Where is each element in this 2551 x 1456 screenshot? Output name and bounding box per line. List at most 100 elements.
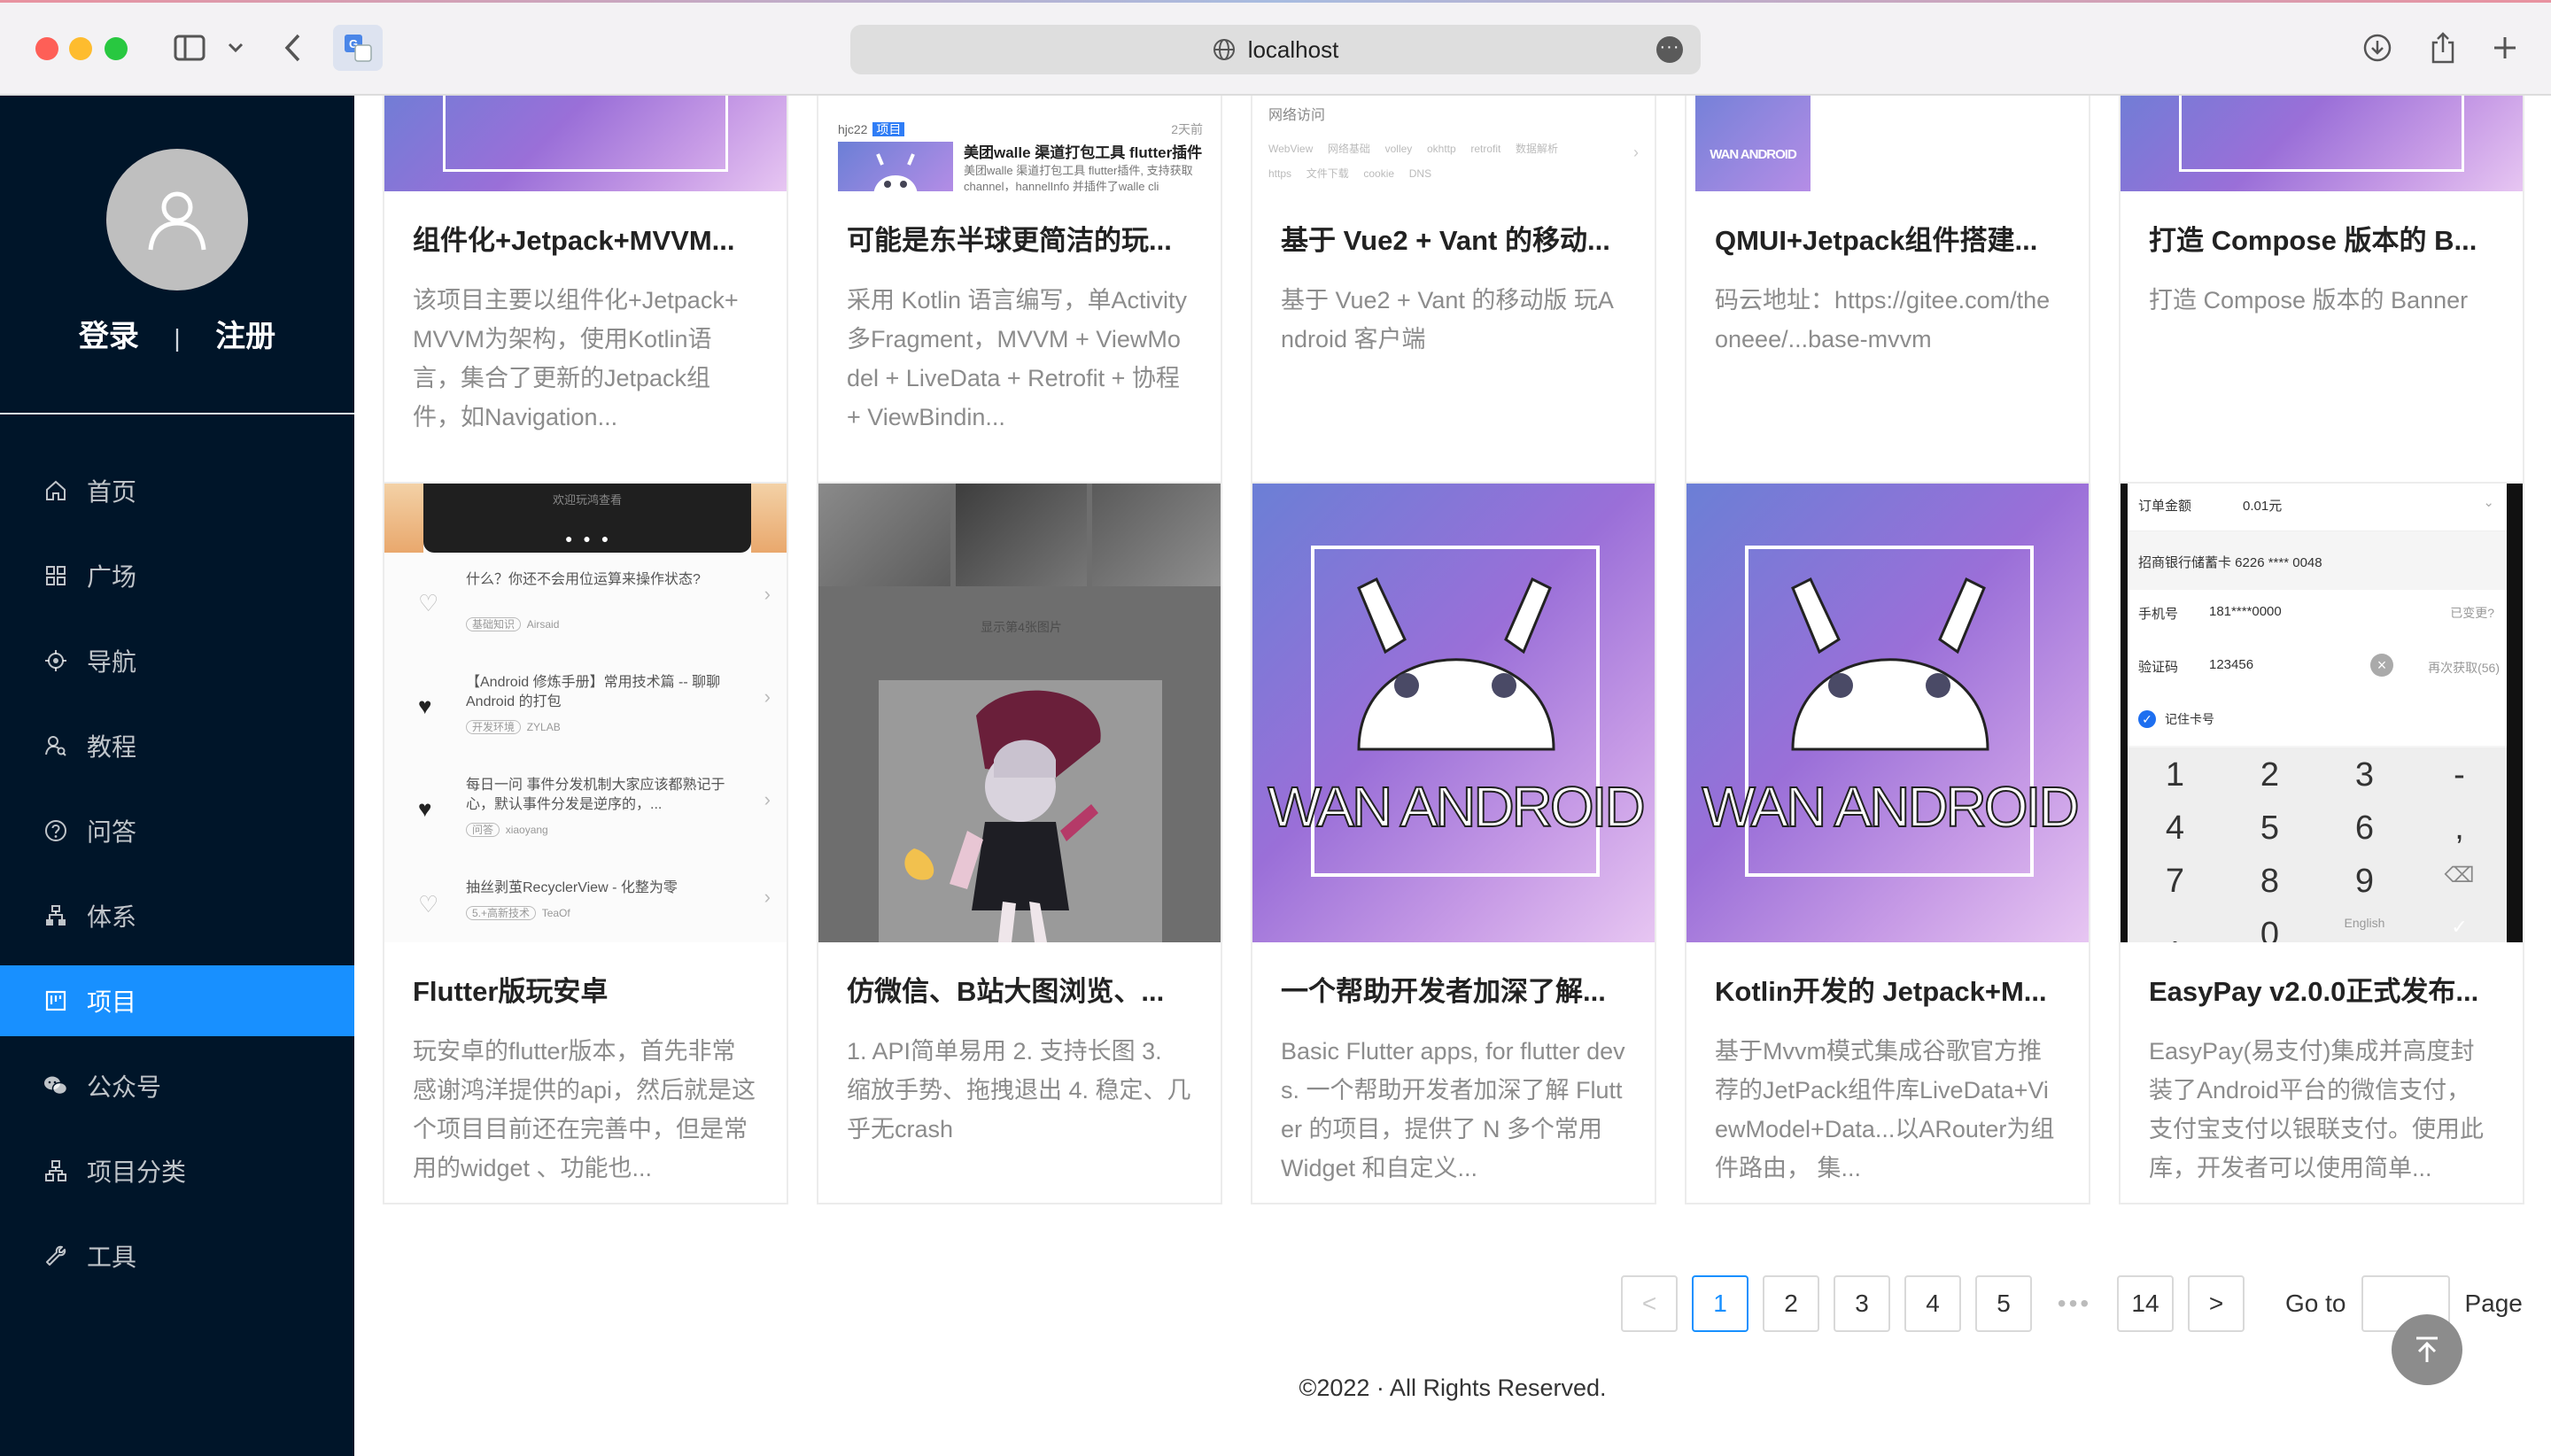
download-icon[interactable] xyxy=(2358,28,2397,67)
card-title: 基于 Vue2 + Vant 的移动... xyxy=(1281,225,1610,256)
sidebar-item-square[interactable]: 广场 xyxy=(0,540,354,611)
project-icon xyxy=(43,987,69,1014)
tree-icon xyxy=(43,902,69,929)
cover-wordmark: WAN ANDROID xyxy=(1710,147,1797,162)
card-description: 1. API简单易用 2. 支持长图 3. 缩放手势、拖拽退出 4. 稳定、几乎… xyxy=(847,1038,1191,1142)
cover-article-tag: 开发环境 xyxy=(466,720,522,734)
compass-icon xyxy=(43,647,69,674)
sidebar-item-project-category[interactable]: 项目分类 xyxy=(0,1135,354,1206)
register-link[interactable]: 注册 xyxy=(215,320,275,353)
share-icon[interactable] xyxy=(2423,28,2462,67)
page-button-3[interactable]: 3 xyxy=(1834,1275,1890,1332)
translate-icon[interactable]: G xyxy=(333,25,383,71)
globe-icon xyxy=(1213,38,1236,61)
cover-tag: retrofit xyxy=(1470,143,1501,155)
next-page-button[interactable]: > xyxy=(2188,1275,2245,1332)
sidebar-item-navigation[interactable]: 导航 xyxy=(0,625,354,696)
pay-code-label: 验证码 xyxy=(2138,660,2179,675)
cover-tag-list: WebView 网络基础 volley okhttp retrofit 数据解析… xyxy=(1268,136,1614,186)
home-icon xyxy=(43,477,69,504)
keypad-key: 7 xyxy=(2165,863,2185,900)
sidebar-item-system[interactable]: 体系 xyxy=(0,880,354,951)
close-window-button[interactable] xyxy=(35,37,58,60)
sidebar-item-home[interactable]: 首页 xyxy=(0,455,354,526)
cover-article-title: 【Android 修炼手册】常用技术篇 -- 聊聊 Android 的打包 xyxy=(466,675,721,709)
card-cover: WAN ANDROID xyxy=(1252,484,1655,942)
sidebar-item-project[interactable]: 项目 xyxy=(0,965,354,1036)
card-description: 码云地址：https://gitee.com/theoneee/...base-… xyxy=(1715,287,2051,352)
cover-wordmark: WAN ANDROID xyxy=(1701,774,2080,840)
project-card[interactable]: WAN ANDROID 一个帮助开发者加深了解... Basic Flutter… xyxy=(1251,482,1656,1204)
sidebar-item-label: 广场 xyxy=(87,563,137,591)
avatar[interactable] xyxy=(106,149,248,290)
card-description: 该项目主要以组件化+Jetpack+MVVM为架构，使用Kotlin语言，集合了… xyxy=(413,287,739,430)
project-card[interactable]: 组件化+Jetpack+MVVM... 该项目主要以组件化+Jetpack+MV… xyxy=(383,96,788,546)
card-title: EasyPay v2.0.0正式发布... xyxy=(2149,976,2479,1007)
project-card[interactable]: 显示第4张图片 仿微信、B站大图浏览、... 1. API简单易用 2. 支持长… xyxy=(817,482,1222,1204)
cover-tag: volley xyxy=(1384,143,1413,155)
login-link[interactable]: 登录 xyxy=(79,320,139,353)
keypad-key: - xyxy=(2454,756,2465,794)
page-button-5[interactable]: 5 xyxy=(1975,1275,2032,1332)
more-options-icon[interactable]: ··· xyxy=(1656,36,1683,63)
sidebar-item-label: 项目分类 xyxy=(87,1158,187,1186)
wan-android-logo xyxy=(1745,546,2034,877)
back-to-top-button[interactable] xyxy=(2392,1314,2462,1385)
page-button-2[interactable]: 2 xyxy=(1763,1275,1819,1332)
keypad-key: 9 xyxy=(2354,863,2375,900)
chevron-down-icon[interactable] xyxy=(218,28,253,67)
cover-banner-text: 欢迎玩鸿查看 xyxy=(552,493,622,507)
prev-page-button[interactable]: < xyxy=(1621,1275,1678,1332)
pay-form: 手机号 181****0000 已变更? 验证码 123456 × 再次获取(5… xyxy=(2128,590,2507,746)
card-cover: WAN ANDROID xyxy=(1686,484,2089,942)
back-icon[interactable] xyxy=(273,28,312,67)
project-card[interactable]: hjc22 项目 2天前 美团walle 渠道打包工具 flutter插件 美团… xyxy=(817,96,1222,546)
minimize-window-button[interactable] xyxy=(69,37,92,60)
cover-hint: 显示第4张图片 xyxy=(981,620,1062,634)
pay-bank-card: 招商银行储蓄卡 6226 **** 0048 xyxy=(2138,555,2322,570)
card-title: 可能是东半球更简洁的玩... xyxy=(847,225,1172,256)
project-card[interactable]: 打造 Compose 版本的 B... 打造 Compose 版本的 Banne… xyxy=(2119,96,2524,546)
sidebar-item-qa[interactable]: 问答 xyxy=(0,795,354,866)
page-ellipsis[interactable]: ••• xyxy=(2046,1275,2103,1332)
cover-heading: 网络访问 xyxy=(1268,108,1326,123)
new-tab-icon[interactable] xyxy=(2485,28,2524,67)
page-button-4[interactable]: 4 xyxy=(1904,1275,1961,1332)
pay-code: 123456 xyxy=(2209,657,2254,672)
keypad-key: English xyxy=(2344,916,2385,930)
cover-article-list: ♡ 什么？你还不会用位运算来操作状态? 基础知识 Airsaid › ♥ 【An… xyxy=(418,572,771,920)
keypad-key: 8 xyxy=(2260,863,2280,900)
cover-article-author: Airsaid xyxy=(526,618,560,631)
sidebar-item-label: 导航 xyxy=(87,648,137,676)
grid-icon xyxy=(43,562,69,589)
sidebar-item-wechat[interactable]: 公众号 xyxy=(0,1050,354,1121)
address-bar[interactable]: localhost ··· xyxy=(850,25,1701,74)
url-text: localhost xyxy=(1247,35,1339,63)
project-card[interactable]: WAN ANDROID Kotlin开发的 Jetpack+M... 基于Mvv… xyxy=(1685,482,2090,1204)
sidebar-item-tools[interactable]: 工具 xyxy=(0,1220,354,1291)
wan-android-logo xyxy=(1311,546,1600,877)
sidebar-toggle-icon[interactable] xyxy=(170,28,209,67)
card-description: 玩安卓的flutter版本，首先非常感谢鸿洋提供的api，然后就是这个项目目前还… xyxy=(413,1038,756,1181)
cover-article-author: ZYLAB xyxy=(526,721,561,733)
page-label: Page xyxy=(2464,1289,2523,1317)
cover-tag: https xyxy=(1268,167,1292,180)
cover-headline: 美团walle 渠道打包工具 flutter插件 xyxy=(964,144,1203,161)
cover-banner: 欢迎玩鸿查看 ● ● ● xyxy=(423,484,751,553)
sidebar-item-tutorial[interactable]: 教程 xyxy=(0,710,354,781)
project-card[interactable]: 网络访问 WebView 网络基础 volley okhttp retrofit… xyxy=(1251,96,1656,546)
pay-phone: 181****0000 xyxy=(2209,604,2282,619)
project-card[interactable]: 欢迎玩鸿查看 ● ● ● ♡ 什么？你还不会用位运算来操作状态? 基础知识 Ai… xyxy=(383,482,788,1204)
project-card[interactable]: 订单金额 0.01元 ⌄ 招商银行储蓄卡 6226 **** 0048 手机号 … xyxy=(2119,482,2524,1204)
cover-article-title: 什么？你还不会用位运算来操作状态? xyxy=(466,572,701,587)
cover-tag: 文件下载 xyxy=(1306,167,1349,180)
page-button-last[interactable]: 14 xyxy=(2117,1275,2174,1332)
zoom-window-button[interactable] xyxy=(105,37,128,60)
hierarchy-icon xyxy=(43,1158,69,1184)
keypad-key: , xyxy=(2454,809,2464,847)
cover-article-tag: 基础知识 xyxy=(466,617,522,631)
pay-remember: 记住卡号 xyxy=(2165,712,2214,726)
page-button-1[interactable]: 1 xyxy=(1692,1275,1748,1332)
project-card[interactable]: WAN ANDROID QMUI+Jetpack组件搭建... 码云地址：htt… xyxy=(1685,96,2090,546)
pagination: < 1 2 3 4 5 ••• 14 > Go to Page xyxy=(1621,1275,2523,1332)
